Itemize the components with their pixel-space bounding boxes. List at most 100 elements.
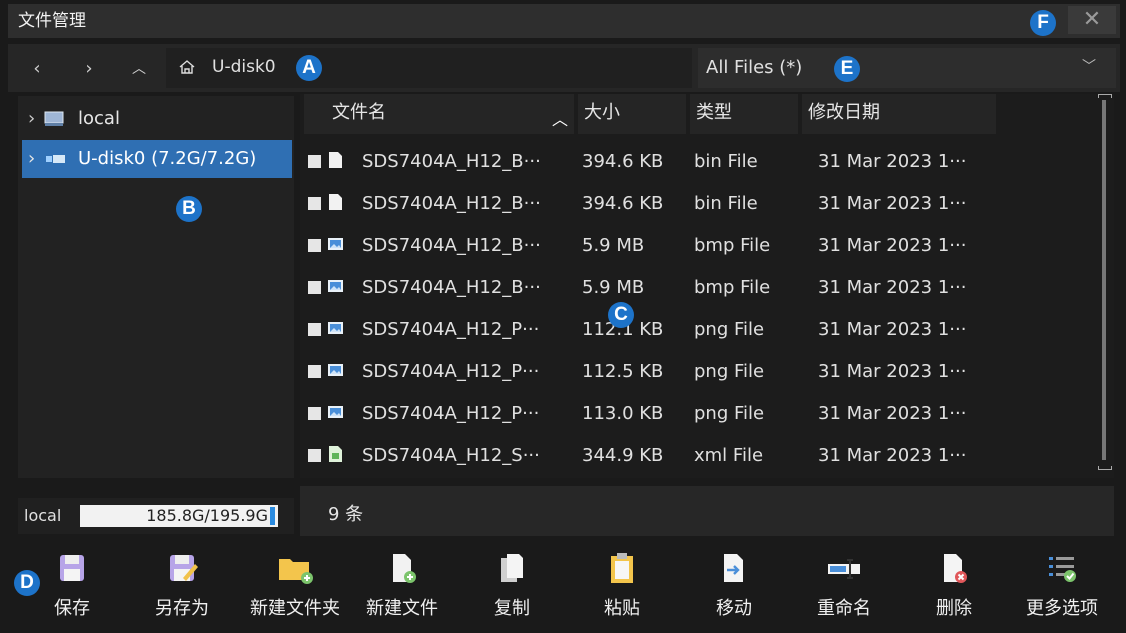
window-title: 文件管理 xyxy=(18,11,86,31)
file-row[interactable]: SDS7404A_H12_B··· 394.6 KB bin File 31 Mar … xyxy=(304,141,1094,183)
file-name: SDS7404A_H12_B··· xyxy=(362,277,541,298)
title-bar xyxy=(8,4,1120,38)
new-file-icon xyxy=(393,554,416,583)
column-header-size[interactable]: 大小 xyxy=(584,98,620,124)
forward-button[interactable]: › xyxy=(72,52,106,86)
move-button[interactable]: 移动 xyxy=(684,548,784,628)
scrollbar-cap xyxy=(1098,94,1112,98)
file-type: bmp File xyxy=(694,277,771,298)
chevron-right-icon[interactable]: › xyxy=(28,140,35,178)
callout-badge-b: B xyxy=(176,196,202,222)
rename-icon xyxy=(828,559,860,579)
file-date: 31 Mar 2023 1··· xyxy=(818,445,967,466)
home-icon[interactable] xyxy=(178,58,196,76)
delete-button[interactable]: 删除 xyxy=(904,548,1004,628)
copy-icon xyxy=(501,554,523,582)
file-size: 112.5 KB xyxy=(582,361,664,382)
status-bar xyxy=(300,486,1114,536)
close-button[interactable]: ✕ xyxy=(1068,6,1116,34)
file-size: 394.6 KB xyxy=(582,151,664,172)
new-file-button[interactable]: 新建文件 xyxy=(352,548,452,628)
tree-item-label: local xyxy=(78,108,120,129)
current-path: U-disk0 xyxy=(212,57,276,77)
file-size: 5.9 MB xyxy=(582,277,645,298)
file-size: 394.6 KB xyxy=(582,193,664,214)
more-options-button[interactable]: 更多选项 xyxy=(1012,548,1112,628)
sort-ascending-icon[interactable]: ︿ xyxy=(552,106,568,130)
delete-label: 删除 xyxy=(936,598,972,619)
file-row[interactable]: SDS7404A_H12_P··· 112.5 KB png File 31 Mar … xyxy=(304,351,1094,393)
more-options-icon xyxy=(1049,557,1076,582)
scrollbar-cap xyxy=(1098,466,1112,470)
column-header-type[interactable]: 类型 xyxy=(696,98,732,124)
file-size: 344.9 KB xyxy=(582,445,664,466)
file-type: png File xyxy=(694,361,765,382)
callout-badge-a: A xyxy=(296,55,322,81)
file-row[interactable]: SDS7404A_H12_P··· 112.1 KB png File 31 Mar … xyxy=(304,309,1094,351)
file-date: 31 Mar 2023 1··· xyxy=(818,235,967,256)
save-as-label: 另存为 xyxy=(155,598,209,619)
new-folder-icon xyxy=(279,559,313,584)
file-name: SDS7404A_H12_B··· xyxy=(362,193,541,214)
row-checkbox[interactable] xyxy=(308,449,321,462)
file-row[interactable]: SDS7404A_H12_P··· 113.0 KB png File 31 Mar … xyxy=(304,393,1094,435)
tree-item-udisk0[interactable]: › U-disk0 (7.2G/7.2G) xyxy=(22,140,292,178)
copy-button[interactable]: 复制 xyxy=(462,548,562,628)
column-header-name[interactable]: 文件名 xyxy=(332,98,386,124)
file-type: png File xyxy=(694,403,765,424)
paste-button[interactable]: 粘贴 xyxy=(572,548,672,628)
file-date: 31 Mar 2023 1··· xyxy=(818,319,967,340)
move-label: 移动 xyxy=(716,598,752,619)
delete-icon xyxy=(944,554,967,583)
more-options-label: 更多选项 xyxy=(1026,598,1098,619)
rename-button[interactable]: 重命名 xyxy=(794,548,894,628)
file-row[interactable]: SDS7404A_H12_S··· 344.9 KB xml File 31 Mar … xyxy=(304,435,1094,477)
file-type-filter-value: All Files (*) xyxy=(706,57,803,78)
save-icon xyxy=(60,555,84,581)
file-row[interactable]: SDS7404A_H12_B··· 394.6 KB bin File 31 Mar … xyxy=(304,183,1094,225)
row-checkbox[interactable] xyxy=(308,197,321,210)
save-as-icon xyxy=(170,555,198,581)
file-row[interactable]: SDS7404A_H12_B··· 5.9 MB bmp File 31 Mar 20… xyxy=(304,267,1094,309)
save-label: 保存 xyxy=(54,598,90,619)
storage-label: local xyxy=(24,506,62,525)
file-date: 31 Mar 2023 1··· xyxy=(818,193,967,214)
tree-item-label: U-disk0 (7.2G/7.2G) xyxy=(78,148,257,169)
row-checkbox[interactable] xyxy=(308,239,321,252)
file-type: xml File xyxy=(694,445,764,466)
save-as-button[interactable]: 另存为 xyxy=(132,548,232,628)
scrollbar[interactable] xyxy=(1102,100,1106,460)
copy-label: 复制 xyxy=(494,598,530,619)
file-type: bin File xyxy=(694,151,758,172)
paste-icon xyxy=(611,553,633,583)
row-checkbox[interactable] xyxy=(308,407,321,420)
drive-icon xyxy=(44,111,64,126)
new-file-label: 新建文件 xyxy=(366,598,438,619)
back-button[interactable]: ‹ xyxy=(20,52,54,86)
usb-drive-icon xyxy=(46,155,65,163)
row-checkbox[interactable] xyxy=(308,155,321,168)
storage-usage-gauge: 185.8G/195.9G xyxy=(80,505,278,527)
new-folder-button[interactable]: 新建文件夹 xyxy=(240,548,350,628)
callout-badge-c: C xyxy=(608,302,634,328)
chevron-down-icon[interactable]: ﹀ xyxy=(1082,56,1096,76)
row-checkbox[interactable] xyxy=(308,281,321,294)
up-button[interactable]: ︿ xyxy=(122,52,156,86)
file-row[interactable]: SDS7404A_H12_B··· 5.9 MB bmp File 31 Mar 20… xyxy=(304,225,1094,267)
row-checkbox[interactable] xyxy=(308,323,321,336)
tree-item-local[interactable]: › local xyxy=(22,100,292,138)
file-name: SDS7404A_H12_P··· xyxy=(362,319,540,340)
file-name: SDS7404A_H12_S··· xyxy=(362,445,540,466)
save-button[interactable]: 保存 xyxy=(22,548,122,628)
file-type: bin File xyxy=(694,193,758,214)
row-checkbox[interactable] xyxy=(308,365,321,378)
column-header-date[interactable]: 修改日期 xyxy=(808,98,880,124)
chevron-right-icon[interactable]: › xyxy=(28,100,35,138)
file-type: bmp File xyxy=(694,235,771,256)
file-date: 31 Mar 2023 1··· xyxy=(818,277,967,298)
file-date: 31 Mar 2023 1··· xyxy=(818,403,967,424)
file-date: 31 Mar 2023 1··· xyxy=(818,361,967,382)
callout-badge-f: F xyxy=(1030,10,1056,36)
file-name: SDS7404A_H12_P··· xyxy=(362,403,540,424)
file-type: png File xyxy=(694,319,765,340)
